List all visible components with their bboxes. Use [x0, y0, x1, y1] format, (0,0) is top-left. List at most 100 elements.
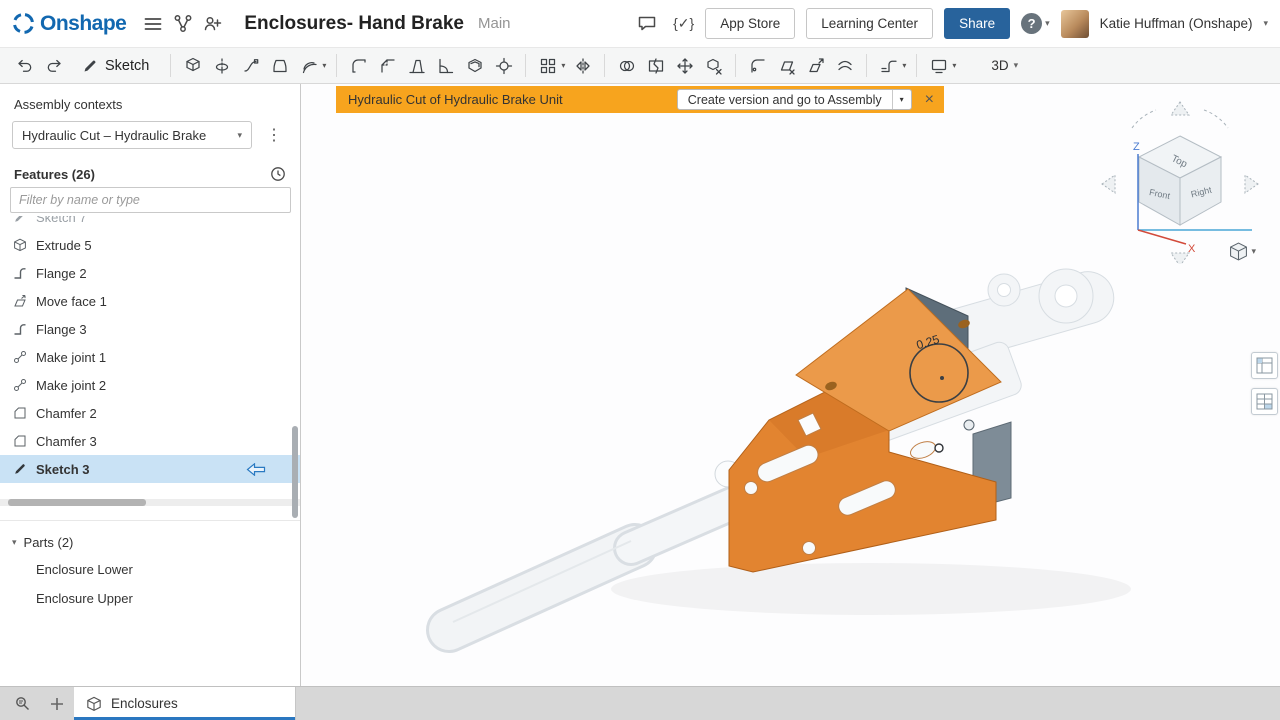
feature-tree-panel: Assembly contexts Hydraulic Cut – Hydrau… — [0, 84, 301, 686]
view-mode-toggle[interactable]: 3D ▾ — [991, 58, 1018, 73]
sketch-button[interactable]: Sketch — [70, 51, 161, 81]
assembly-context-value: Hydraulic Cut – Hydraulic Brake — [22, 128, 206, 143]
rollback-bar-arrow-icon[interactable] — [246, 463, 266, 476]
view-cube-arrow-up[interactable] — [1171, 102, 1189, 115]
feature-label: Sketch 7 — [36, 216, 87, 225]
chamfer-icon[interactable] — [373, 51, 402, 80]
search-tabs-icon[interactable] — [6, 687, 40, 720]
view-cube-arrow-down[interactable] — [1171, 253, 1189, 264]
part-row[interactable]: Enclosure Lower — [0, 555, 300, 584]
feature-label: Chamfer 2 — [36, 406, 97, 421]
comments-icon[interactable] — [632, 9, 662, 39]
sheet-metal-dropdown-chevron-icon[interactable]: ▾ — [902, 61, 906, 70]
feature-list-hscrollbar — [0, 499, 300, 506]
context-overflow-menu-icon[interactable]: ⋮ — [258, 125, 291, 145]
user-name[interactable]: Katie Huffman (Onshape) — [1100, 16, 1253, 31]
mirror-icon[interactable] — [568, 51, 597, 80]
toolbar-separator — [604, 54, 605, 77]
feature-row[interactable]: Sketch 7 — [0, 216, 300, 231]
onshape-logo[interactable]: Onshape — [12, 12, 126, 36]
hscrollbar-thumb[interactable] — [8, 499, 146, 506]
modify-fillet-icon[interactable] — [743, 51, 772, 80]
onshape-logo-icon — [12, 12, 35, 35]
shaded-cube-icon — [1229, 242, 1248, 261]
history-clock-icon[interactable] — [270, 166, 286, 182]
chevron-down-icon: ▾ — [1045, 19, 1050, 28]
linear-pattern-icon[interactable] — [533, 51, 562, 80]
offset-surface-icon[interactable] — [830, 51, 859, 80]
tab-enclosures[interactable]: Enclosures — [74, 687, 296, 720]
delete-face-icon[interactable] — [772, 51, 801, 80]
workspace-label[interactable]: Main — [478, 15, 511, 32]
named-views-dropdown-chevron-icon[interactable]: ▾ — [952, 61, 956, 70]
named-views-icon[interactable] — [924, 51, 953, 80]
help-menu[interactable]: ? ▾ — [1021, 13, 1050, 34]
thicken-dropdown-chevron-icon[interactable]: ▾ — [322, 61, 326, 70]
feature-row[interactable]: Make joint 1 — [0, 343, 300, 371]
feature-row[interactable]: Chamfer 2 — [0, 399, 300, 427]
pattern-dropdown-chevron-icon[interactable]: ▾ — [561, 61, 565, 70]
draft-icon[interactable] — [402, 51, 431, 80]
x-axis-label: X — [1188, 243, 1196, 255]
view-cube[interactable]: Top Front Right Z X — [1095, 94, 1265, 264]
feature-label: Extrude 5 — [36, 238, 92, 253]
shell-icon[interactable] — [460, 51, 489, 80]
feature-row[interactable]: Flange 2 — [0, 259, 300, 287]
user-menu-chevron-icon[interactable]: ▾ — [1263, 19, 1268, 28]
learning-center-button[interactable]: Learning Center — [806, 8, 933, 39]
view-cube-arrow-right[interactable] — [1245, 175, 1258, 193]
revolve-icon[interactable] — [207, 51, 236, 80]
delete-part-icon[interactable] — [699, 51, 728, 80]
parts-title: Parts (2) — [24, 535, 74, 550]
assembly-context-select[interactable]: Hydraulic Cut – Hydraulic Brake ▾ — [12, 121, 252, 149]
feature-row[interactable]: Flange 3 — [0, 315, 300, 343]
undo-icon[interactable] — [10, 51, 39, 80]
extrude-icon[interactable] — [178, 51, 207, 80]
user-avatar[interactable] — [1061, 10, 1089, 38]
rib-icon[interactable] — [431, 51, 460, 80]
toolbar-separator — [336, 54, 337, 77]
part-row[interactable]: Enclosure Upper — [0, 584, 300, 613]
vscrollbar-thumb[interactable] — [292, 426, 298, 518]
banner-close-icon[interactable]: × — [925, 92, 934, 108]
hole-icon[interactable] — [489, 51, 518, 80]
transform-icon[interactable] — [670, 51, 699, 80]
feature-row[interactable]: Make joint 2 — [0, 371, 300, 399]
version-graph-icon[interactable] — [168, 9, 198, 39]
view-cube-arrow-left[interactable] — [1102, 175, 1115, 193]
create-version-button[interactable]: Create version and go to Assembly ▾ — [677, 89, 912, 110]
graphics-area[interactable]: Hydraulic Cut of Hydraulic Brake Unit Cr… — [301, 84, 1280, 686]
bom-panel-toggle[interactable] — [1251, 352, 1278, 379]
feature-row-selected[interactable]: Sketch 3 — [0, 455, 300, 483]
assembly-contexts-title: Assembly contexts — [14, 97, 300, 112]
share-button[interactable]: Share — [944, 8, 1010, 39]
feature-label: Sketch 3 — [36, 462, 89, 477]
add-user-icon[interactable] — [198, 9, 228, 39]
sweep-icon[interactable] — [236, 51, 265, 80]
main-menu-icon[interactable] — [138, 9, 168, 39]
feature-filter-input[interactable] — [10, 187, 291, 213]
redo-icon[interactable] — [39, 51, 68, 80]
display-mode-button[interactable]: ▾ — [1229, 242, 1256, 261]
feature-row[interactable]: Extrude 5 — [0, 231, 300, 259]
new-tab-button[interactable] — [40, 687, 74, 720]
config-panel-toggle[interactable] — [1251, 388, 1278, 415]
featurescript-icon[interactable]: {✓} — [673, 15, 694, 32]
toolbar-separator — [735, 54, 736, 77]
boolean-icon[interactable] — [612, 51, 641, 80]
create-version-label: Create version and go to Assembly — [678, 93, 892, 107]
thicken-icon[interactable] — [294, 51, 323, 80]
feature-row[interactable]: Chamfer 3 — [0, 427, 300, 455]
assembly-context-banner: Hydraulic Cut of Hydraulic Brake Unit Cr… — [336, 86, 944, 113]
loft-icon[interactable] — [265, 51, 294, 80]
move-face-icon[interactable] — [801, 51, 830, 80]
sheet-metal-icon[interactable] — [874, 51, 903, 80]
parts-section-header[interactable]: ▾ Parts (2) — [0, 529, 300, 555]
create-version-chevron-icon[interactable]: ▾ — [892, 90, 911, 109]
app-store-button[interactable]: App Store — [705, 8, 795, 39]
feature-label: Chamfer 3 — [36, 434, 97, 449]
split-icon[interactable] — [641, 51, 670, 80]
z-axis-label: Z — [1133, 141, 1140, 153]
fillet-icon[interactable] — [344, 51, 373, 80]
feature-row[interactable]: Move face 1 — [0, 287, 300, 315]
